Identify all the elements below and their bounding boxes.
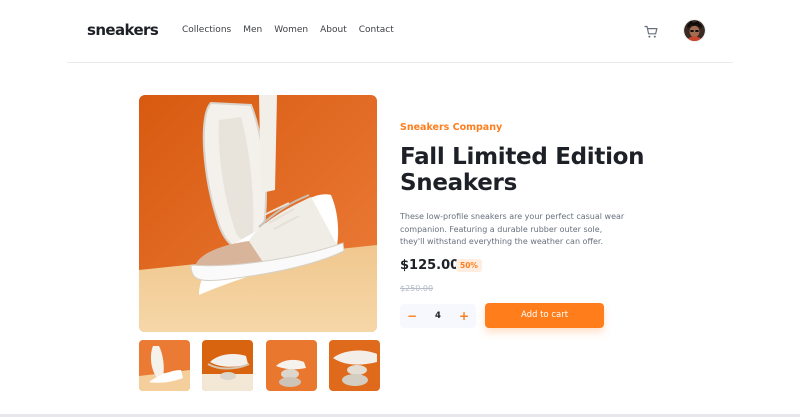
site-header: sneakers Collections Men Women About Con… [67, 0, 733, 63]
product-title: Fall Limited Edition Sneakers [400, 144, 645, 196]
discount-badge: 50% [456, 259, 482, 272]
product-main-image[interactable] [139, 95, 377, 332]
thumbnail-1[interactable] [139, 340, 190, 391]
original-price: $250.00 [400, 284, 434, 293]
product-description: These low-profile sneakers are your perf… [400, 212, 625, 246]
thumbnail-gallery [139, 340, 380, 391]
nav-about[interactable]: About [320, 25, 347, 35]
avatar[interactable] [684, 20, 705, 41]
main-nav: Collections Men Women About Contact [182, 25, 394, 35]
nav-men[interactable]: Men [243, 25, 262, 35]
quantity-stepper: − + [400, 304, 476, 328]
thumbnail-4[interactable] [328, 340, 380, 391]
current-price: $125.00 [400, 258, 460, 273]
logo[interactable]: sneakers [87, 21, 159, 39]
thumbnail-3[interactable] [265, 340, 317, 391]
company-name: Sneakers Company [400, 122, 503, 133]
nav-contact[interactable]: Contact [359, 25, 394, 35]
nav-collections[interactable]: Collections [182, 25, 231, 35]
add-to-cart-button[interactable]: Add to cart [485, 303, 604, 328]
nav-women[interactable]: Women [274, 25, 308, 35]
quantity-input[interactable] [424, 304, 452, 328]
thumbnail-2[interactable] [202, 340, 254, 391]
plus-icon[interactable]: + [454, 304, 474, 328]
minus-icon[interactable]: − [402, 304, 422, 328]
cart-icon[interactable] [644, 24, 658, 38]
